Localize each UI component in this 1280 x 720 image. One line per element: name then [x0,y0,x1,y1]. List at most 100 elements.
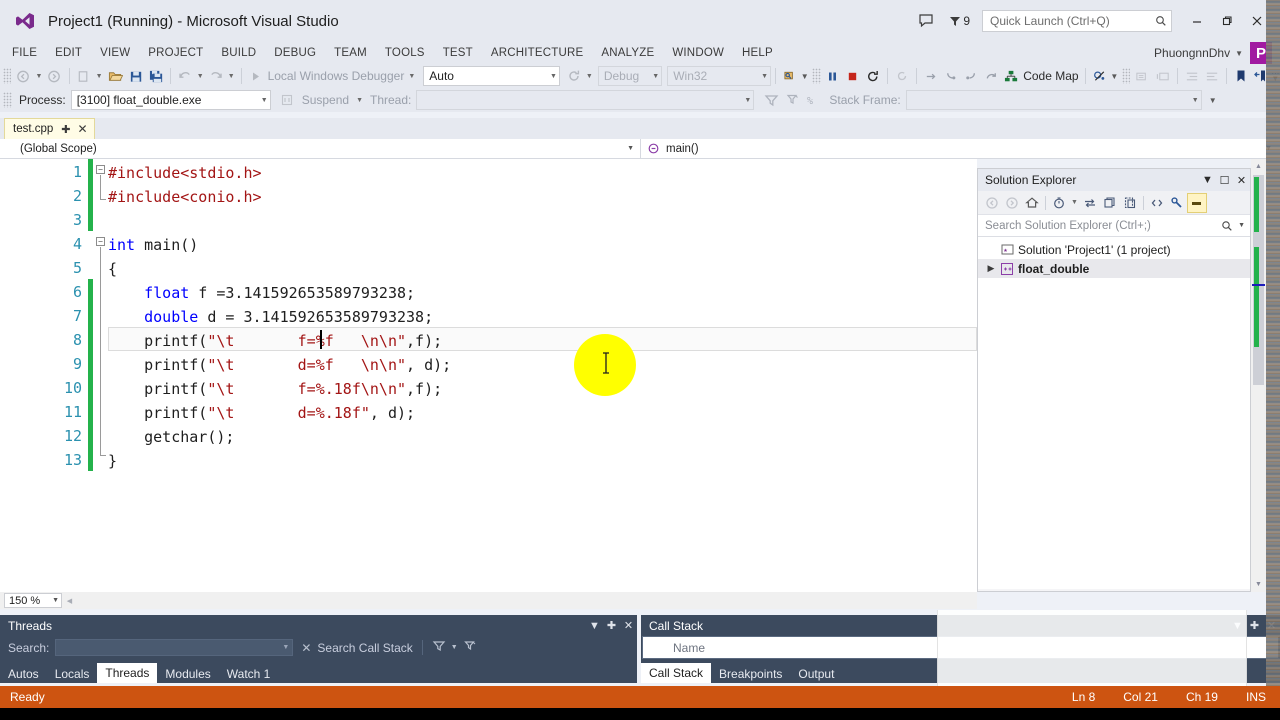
pause-icon[interactable] [823,65,843,87]
unflag-icon[interactable]: % [803,89,824,111]
menu-item-debug[interactable]: DEBUG [265,42,325,64]
tab-breakpoints[interactable]: Breakpoints [711,664,790,683]
code-text-area[interactable]: − − 1 #include<stdio.h> 2 #include<conio… [0,159,977,592]
redo-icon[interactable] [206,65,226,87]
menu-item-help[interactable]: HELP [733,42,782,64]
scroll-down-arrow[interactable]: ▼ [1251,577,1266,592]
save-all-icon[interactable] [146,65,166,87]
solution-tree[interactable]: ★ Solution 'Project1' (1 project) ▶ floa… [978,237,1250,589]
menu-item-view[interactable]: VIEW [91,42,139,64]
new-project-dropdown-icon[interactable]: ▼ [94,73,105,80]
pending-changes-icon[interactable] [1049,193,1069,213]
toolbar-grip[interactable] [1122,68,1131,84]
tree-item-solution[interactable]: ★ Solution 'Project1' (1 project) [978,240,1250,259]
code-map-label[interactable]: Code Map [1021,69,1080,83]
undo-dropdown-icon[interactable]: ▼ [195,73,206,80]
pin-icon[interactable]: ✚ [1246,615,1263,636]
sync-icon[interactable] [1080,193,1100,213]
flag-threads-icon[interactable] [782,89,803,111]
outdent-icon[interactable] [1202,65,1222,87]
code-view-icon[interactable] [1147,193,1167,213]
attach-overflow-icon[interactable]: ▼ [800,72,809,80]
stack-frame-combo[interactable]: ▼ [905,90,1202,110]
close-icon[interactable]: ✕ [1233,169,1250,191]
filter-icon[interactable] [761,89,782,111]
step-over-icon[interactable] [921,65,941,87]
show-all-files-icon[interactable] [1120,193,1140,213]
toolbar-grip[interactable] [3,68,12,84]
clear-x-icon[interactable]: ✕ [301,641,311,655]
toolbar-grip[interactable] [3,92,12,108]
chevron-down-icon[interactable]: ▼ [451,644,458,651]
refresh-icon[interactable] [564,65,584,87]
pin-icon[interactable]: ✚ [61,123,70,136]
filter-icon[interactable] [432,639,446,656]
menu-item-project[interactable]: PROJECT [139,42,212,64]
hot-reload-icon[interactable] [892,65,912,87]
restart-icon[interactable] [863,65,883,87]
scope-combo[interactable]: (Global Scope) ▼ [0,138,641,159]
tab-autos[interactable]: Autos [0,664,47,683]
new-project-icon[interactable] [73,65,93,87]
flag-filter-icon[interactable] [463,639,477,656]
quick-launch-input[interactable]: Quick Launch (Ctrl+Q) [982,10,1172,32]
comment-icon[interactable] [1132,65,1152,87]
user-name[interactable]: PhuongnnDhv [1154,46,1230,60]
scroll-left-arrow[interactable]: ◀ [62,593,77,608]
suspend-label[interactable]: Suspend [297,93,354,107]
tab-test-cpp[interactable]: test.cpp ✚ ✕ [4,118,95,139]
zoom-level-combo[interactable]: 150 % ▼ [4,593,62,608]
suspend-dropdown-icon[interactable]: ▼ [354,97,365,104]
notification-indicator[interactable]: 9 [948,14,970,28]
scroll-up-arrow[interactable]: ▲ [1251,159,1266,174]
properties-icon[interactable] [1167,193,1187,213]
close-icon[interactable]: ✕ [78,122,88,136]
tab-output[interactable]: Output [790,664,842,683]
forward-icon[interactable] [1002,193,1022,213]
thread-combo[interactable]: ▼ [416,90,755,110]
close-icon[interactable]: ✕ [620,615,637,636]
home-icon[interactable] [1022,193,1042,213]
code-editor[interactable]: − − 1 #include<stdio.h> 2 #include<conio… [0,159,977,592]
chevron-down-icon[interactable]: ▼ [1233,222,1245,229]
redo-dropdown-icon[interactable]: ▼ [226,73,237,80]
chevron-down-icon[interactable]: ▼ [1235,49,1243,58]
search-call-stack-label[interactable]: Search Call Stack [317,641,412,655]
suspend-icon[interactable] [277,89,297,111]
stop-icon[interactable] [843,65,863,87]
editor-vertical-scrollbar[interactable]: ▲ ▼ [1251,159,1266,592]
debug-toolbar-overflow-icon[interactable]: ▼ [1208,96,1218,104]
navigate-back-icon[interactable] [13,65,33,87]
chevron-down-icon[interactable]: ▼ [1199,169,1216,191]
platform-combo[interactable]: Auto ▼ [423,66,560,86]
breakpoint-toggle-icon[interactable] [1090,65,1110,87]
undo-icon[interactable] [175,65,195,87]
menu-item-team[interactable]: TEAM [325,42,376,64]
start-debug-dropdown-icon[interactable]: ▼ [406,73,417,80]
pin-icon[interactable]: ✚ [603,615,620,636]
indent-icon[interactable] [1182,65,1202,87]
step-out-icon[interactable] [961,65,981,87]
refresh-view-icon[interactable] [1100,193,1120,213]
feedback-balloon-icon[interactable] [916,10,938,32]
configuration-combo[interactable]: Debug ▼ [597,66,663,86]
navigate-back-dropdown-icon[interactable]: ▼ [34,73,45,80]
navigate-forward-icon[interactable] [44,65,64,87]
tab-call-stack[interactable]: Call Stack [641,663,712,683]
menu-item-edit[interactable]: EDIT [46,42,91,64]
tree-item-project[interactable]: ▶ float_double [978,259,1250,278]
open-file-icon[interactable] [105,65,126,87]
minimize-button[interactable] [1182,8,1212,34]
back-icon[interactable] [982,193,1002,213]
menu-item-window[interactable]: WINDOW [663,42,733,64]
chevron-down-icon[interactable]: ▼ [586,615,603,636]
menu-item-tools[interactable]: TOOLS [376,42,434,64]
save-icon[interactable] [126,65,146,87]
member-combo[interactable]: main() ▼ [641,142,1280,155]
tab-watch-1[interactable]: Watch 1 [219,664,279,683]
step-into-icon[interactable] [941,65,961,87]
menu-item-analyze[interactable]: ANALYZE [592,42,663,64]
tab-threads[interactable]: Threads [97,663,158,683]
refresh-dropdown-icon[interactable]: ▼ [584,73,595,80]
menu-item-build[interactable]: BUILD [212,42,265,64]
